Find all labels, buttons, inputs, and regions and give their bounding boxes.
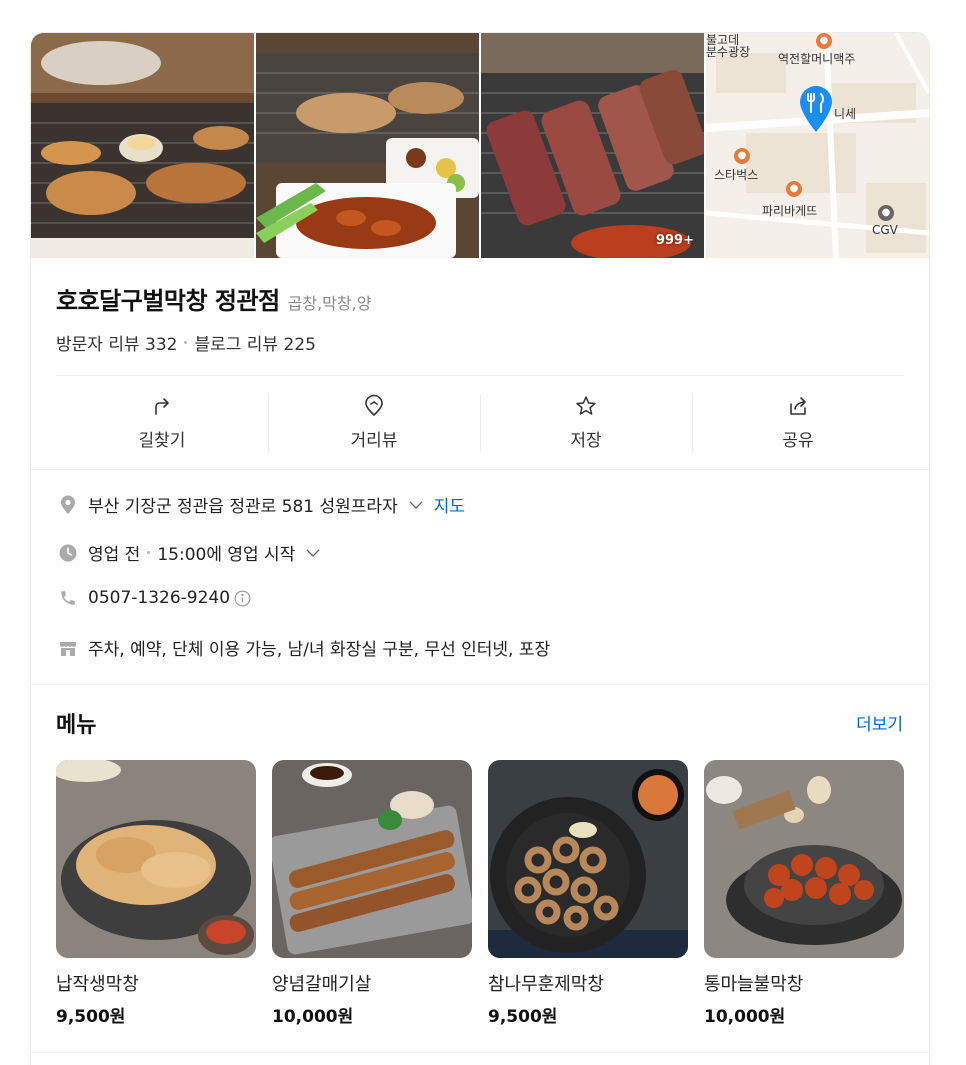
place-category: 곱창,막창,양 — [287, 294, 372, 313]
map-label: 분수광장 — [706, 45, 751, 59]
visitor-reviews-link[interactable]: 방문자 리뷰 332 — [56, 330, 177, 355]
cinema-poi-icon: ● — [878, 205, 894, 221]
share-label: 공유 — [782, 431, 814, 451]
menu-item[interactable]: 통마늘불막창 10,000원 — [704, 760, 904, 1027]
menu-more-link[interactable]: 더보기 — [856, 710, 903, 735]
divider — [31, 469, 929, 470]
streetview-icon — [365, 394, 383, 416]
map-label: 역전할머니맥주 — [778, 52, 856, 66]
mini-map[interactable]: 불고데 분수광장 ● 역전할머니맥주 니세 ● 스타벅스 ● 파리바게뜨 ● C… — [706, 33, 929, 258]
menu-item[interactable]: 참나무훈제막창 9,500원 — [488, 760, 688, 1027]
info-icon[interactable] — [234, 590, 251, 607]
share-icon — [790, 397, 806, 415]
directions-icon — [155, 398, 169, 415]
store-icon — [58, 638, 78, 658]
menu-item-price: 10,000원 — [272, 1007, 354, 1027]
streetview-label: 거리뷰 — [350, 431, 398, 451]
action-bar: 길찾기 거리뷰 저장 공유 — [56, 376, 904, 469]
amenities-text: 주차, 예약, 단체 이용 가능, 남/녀 화장실 구분, 무선 인터넷, 포장 — [88, 640, 551, 660]
directions-button[interactable]: 길찾기 — [56, 376, 268, 469]
save-label: 저장 — [570, 431, 602, 451]
menu-item-name: 참나무훈제막창 — [488, 974, 604, 995]
cafe-poi-icon: ● — [734, 148, 750, 164]
photo-3[interactable]: 999+ — [481, 33, 704, 258]
separator-dot — [184, 341, 188, 344]
menu-item-price: 9,500원 — [488, 1007, 558, 1027]
menu-section-title: 메뉴 — [56, 713, 97, 738]
menu-item[interactable]: 납작생막창 9,500원 — [56, 760, 256, 1027]
map-link[interactable]: 지도 — [434, 492, 465, 517]
clock-icon — [58, 543, 78, 563]
hours-status: 영업 전 — [88, 545, 141, 565]
menu-item-name: 통마늘불막창 — [704, 974, 804, 995]
place-card: 999+ 불고데 분수광장 ● 역전할머니맥주 니세 ● 스타벅스 ● 파리바게… — [30, 32, 930, 1065]
map-label: 파리바게뜨 — [762, 204, 818, 218]
photo-1[interactable] — [31, 33, 254, 258]
menu-item[interactable]: 양념갈매기살 10,000원 — [272, 760, 472, 1027]
menu-item-price: 9,500원 — [56, 1007, 126, 1027]
menu-item-name: 양념갈매기살 — [272, 974, 372, 995]
phone-number[interactable]: 0507-1326-9240 — [88, 588, 230, 608]
menu-photo — [704, 760, 904, 958]
map-label: CGV — [872, 223, 898, 237]
restaurant-pin-icon — [800, 86, 832, 132]
location-pin-icon — [58, 495, 78, 515]
directions-label: 길찾기 — [138, 431, 186, 451]
hours-next: 15:00에 영업 시작 — [157, 545, 296, 565]
map-label: 스타벅스 — [714, 168, 759, 182]
review-counts: 방문자 리뷰 332 블로그 리뷰 225 — [56, 330, 316, 355]
address-text: 부산 기장군 정관읍 정관로 581 성원프라자 — [88, 497, 398, 517]
save-button[interactable]: 저장 — [480, 376, 692, 469]
divider — [31, 1052, 929, 1053]
restaurant-poi-icon: ● — [816, 33, 832, 49]
menu-photo — [488, 760, 688, 958]
bakery-poi-icon: ● — [786, 181, 802, 197]
hours-expand-chevron-icon[interactable] — [305, 545, 321, 561]
photo-count-badge: 999+ — [655, 233, 694, 248]
photo-strip: 999+ 불고데 분수광장 ● 역전할머니맥주 니세 ● 스타벅스 ● 파리바게… — [31, 33, 929, 258]
menu-item-price: 10,000원 — [704, 1007, 786, 1027]
phone-icon — [58, 588, 78, 608]
menu-photo — [56, 760, 256, 958]
menu-photo — [272, 760, 472, 958]
streetview-button[interactable]: 거리뷰 — [268, 376, 480, 469]
amenities-row: 주차, 예약, 단체 이용 가능, 남/녀 화장실 구분, 무선 인터넷, 포장 — [58, 635, 550, 660]
separator-dot — [147, 551, 151, 554]
hours-row: 영업 전 15:00에 영업 시작 — [58, 540, 321, 565]
share-button[interactable]: 공유 — [692, 376, 904, 469]
address-row: 부산 기장군 정관읍 정관로 581 성원프라자 지도 — [58, 492, 465, 517]
menu-list: 납작생막창 9,500원 양념갈매기살 10,000원 참나무훈제막창 9,50… — [56, 760, 904, 1027]
menu-item-name: 납작생막창 — [56, 974, 139, 995]
map-label: 니세 — [834, 107, 857, 121]
blog-reviews-link[interactable]: 블로그 리뷰 225 — [194, 330, 315, 355]
address-expand-chevron-icon[interactable] — [408, 497, 424, 513]
phone-row: 0507-1326-9240 — [58, 588, 251, 608]
place-name: 호호달구벌막창 정관점 — [56, 287, 280, 315]
divider — [31, 684, 929, 685]
photo-2[interactable] — [256, 33, 479, 258]
star-icon — [576, 396, 596, 415]
place-header: 호호달구벌막창 정관점 곱창,막창,양 — [56, 281, 371, 316]
